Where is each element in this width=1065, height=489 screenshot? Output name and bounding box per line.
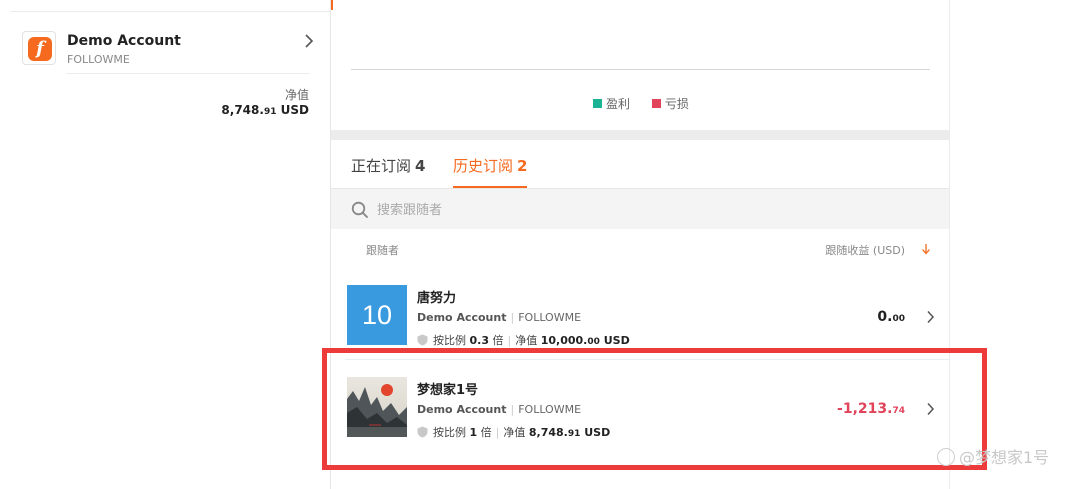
watermark: @梦想家1号 xyxy=(937,444,1049,468)
account-selector[interactable]: f Demo Account FOLLOWME xyxy=(20,27,320,73)
equity-label: 净值 xyxy=(284,88,309,102)
divider xyxy=(10,11,330,12)
legend-profit: 盈利 xyxy=(593,97,630,111)
follower-profit: -1,213.74 xyxy=(837,401,905,417)
column-header-follower: 跟随者 xyxy=(366,244,399,257)
tab-current-subscriptions[interactable]: 正在订阅 4 xyxy=(351,155,425,188)
equity-value: 8,748.91 USD xyxy=(221,103,309,117)
accent-edge xyxy=(331,0,333,10)
loss-swatch xyxy=(651,99,661,108)
follower-row[interactable]: 梦想家1号 Demo Account | FOLLOWME 按比例 1 倍 | 净值 8… xyxy=(331,363,949,453)
chevron-right-icon xyxy=(927,310,935,324)
chart-legend: 盈利 亏损 xyxy=(593,95,707,112)
account-broker: FOLLOWME xyxy=(67,53,130,66)
divider xyxy=(345,359,949,360)
sort-desc-icon[interactable] xyxy=(921,243,931,255)
follower-row[interactable]: 10 唐努力 Demo Account | FOLLOWME 按比例 0.3 倍 | 净… xyxy=(331,271,949,361)
account-sidebar: f Demo Account FOLLOWME 净值 8,748.91 USD xyxy=(0,0,331,489)
search-bar xyxy=(331,189,949,229)
tab-history-subscriptions[interactable]: 历史订阅 2 xyxy=(453,155,528,188)
zhihu-logo-icon xyxy=(937,448,955,466)
follower-meta: 按比例 0.3 倍 | 净值 10,000.00 USD xyxy=(417,332,630,348)
section-separator xyxy=(331,130,949,140)
followme-logo: f xyxy=(22,31,56,65)
chart-baseline xyxy=(351,69,930,70)
logo-letter: f xyxy=(28,37,52,61)
landscape-avatar xyxy=(347,377,407,437)
shield-icon xyxy=(417,334,428,346)
column-header-profit[interactable]: 跟随收益 (USD) xyxy=(825,242,905,258)
follower-account: Demo Account | FOLLOWME xyxy=(417,403,582,416)
search-icon xyxy=(351,201,368,218)
chevron-right-icon xyxy=(305,34,314,48)
follower-account: Demo Account | FOLLOWME xyxy=(417,311,582,324)
follower-profit: 0.00 xyxy=(877,309,905,325)
follower-name: 唐努力 xyxy=(417,291,457,306)
follower-name: 梦想家1号 xyxy=(417,383,479,398)
follower-meta: 按比例 1 倍 | 净值 8,748.91 USD xyxy=(417,424,610,440)
subscription-panel: 盈利 亏损 正在订阅4 历史订阅2 跟随者 跟随收益 (USD) 10 唐努力 … xyxy=(331,0,950,489)
legend-loss: 亏损 xyxy=(651,97,689,111)
profit-swatch xyxy=(593,99,602,108)
chevron-right-icon xyxy=(927,402,935,416)
avatar: 10 xyxy=(347,285,407,345)
divider xyxy=(66,73,310,74)
shield-icon xyxy=(417,426,428,438)
search-input[interactable] xyxy=(377,199,777,221)
account-name: Demo Account xyxy=(67,33,181,49)
